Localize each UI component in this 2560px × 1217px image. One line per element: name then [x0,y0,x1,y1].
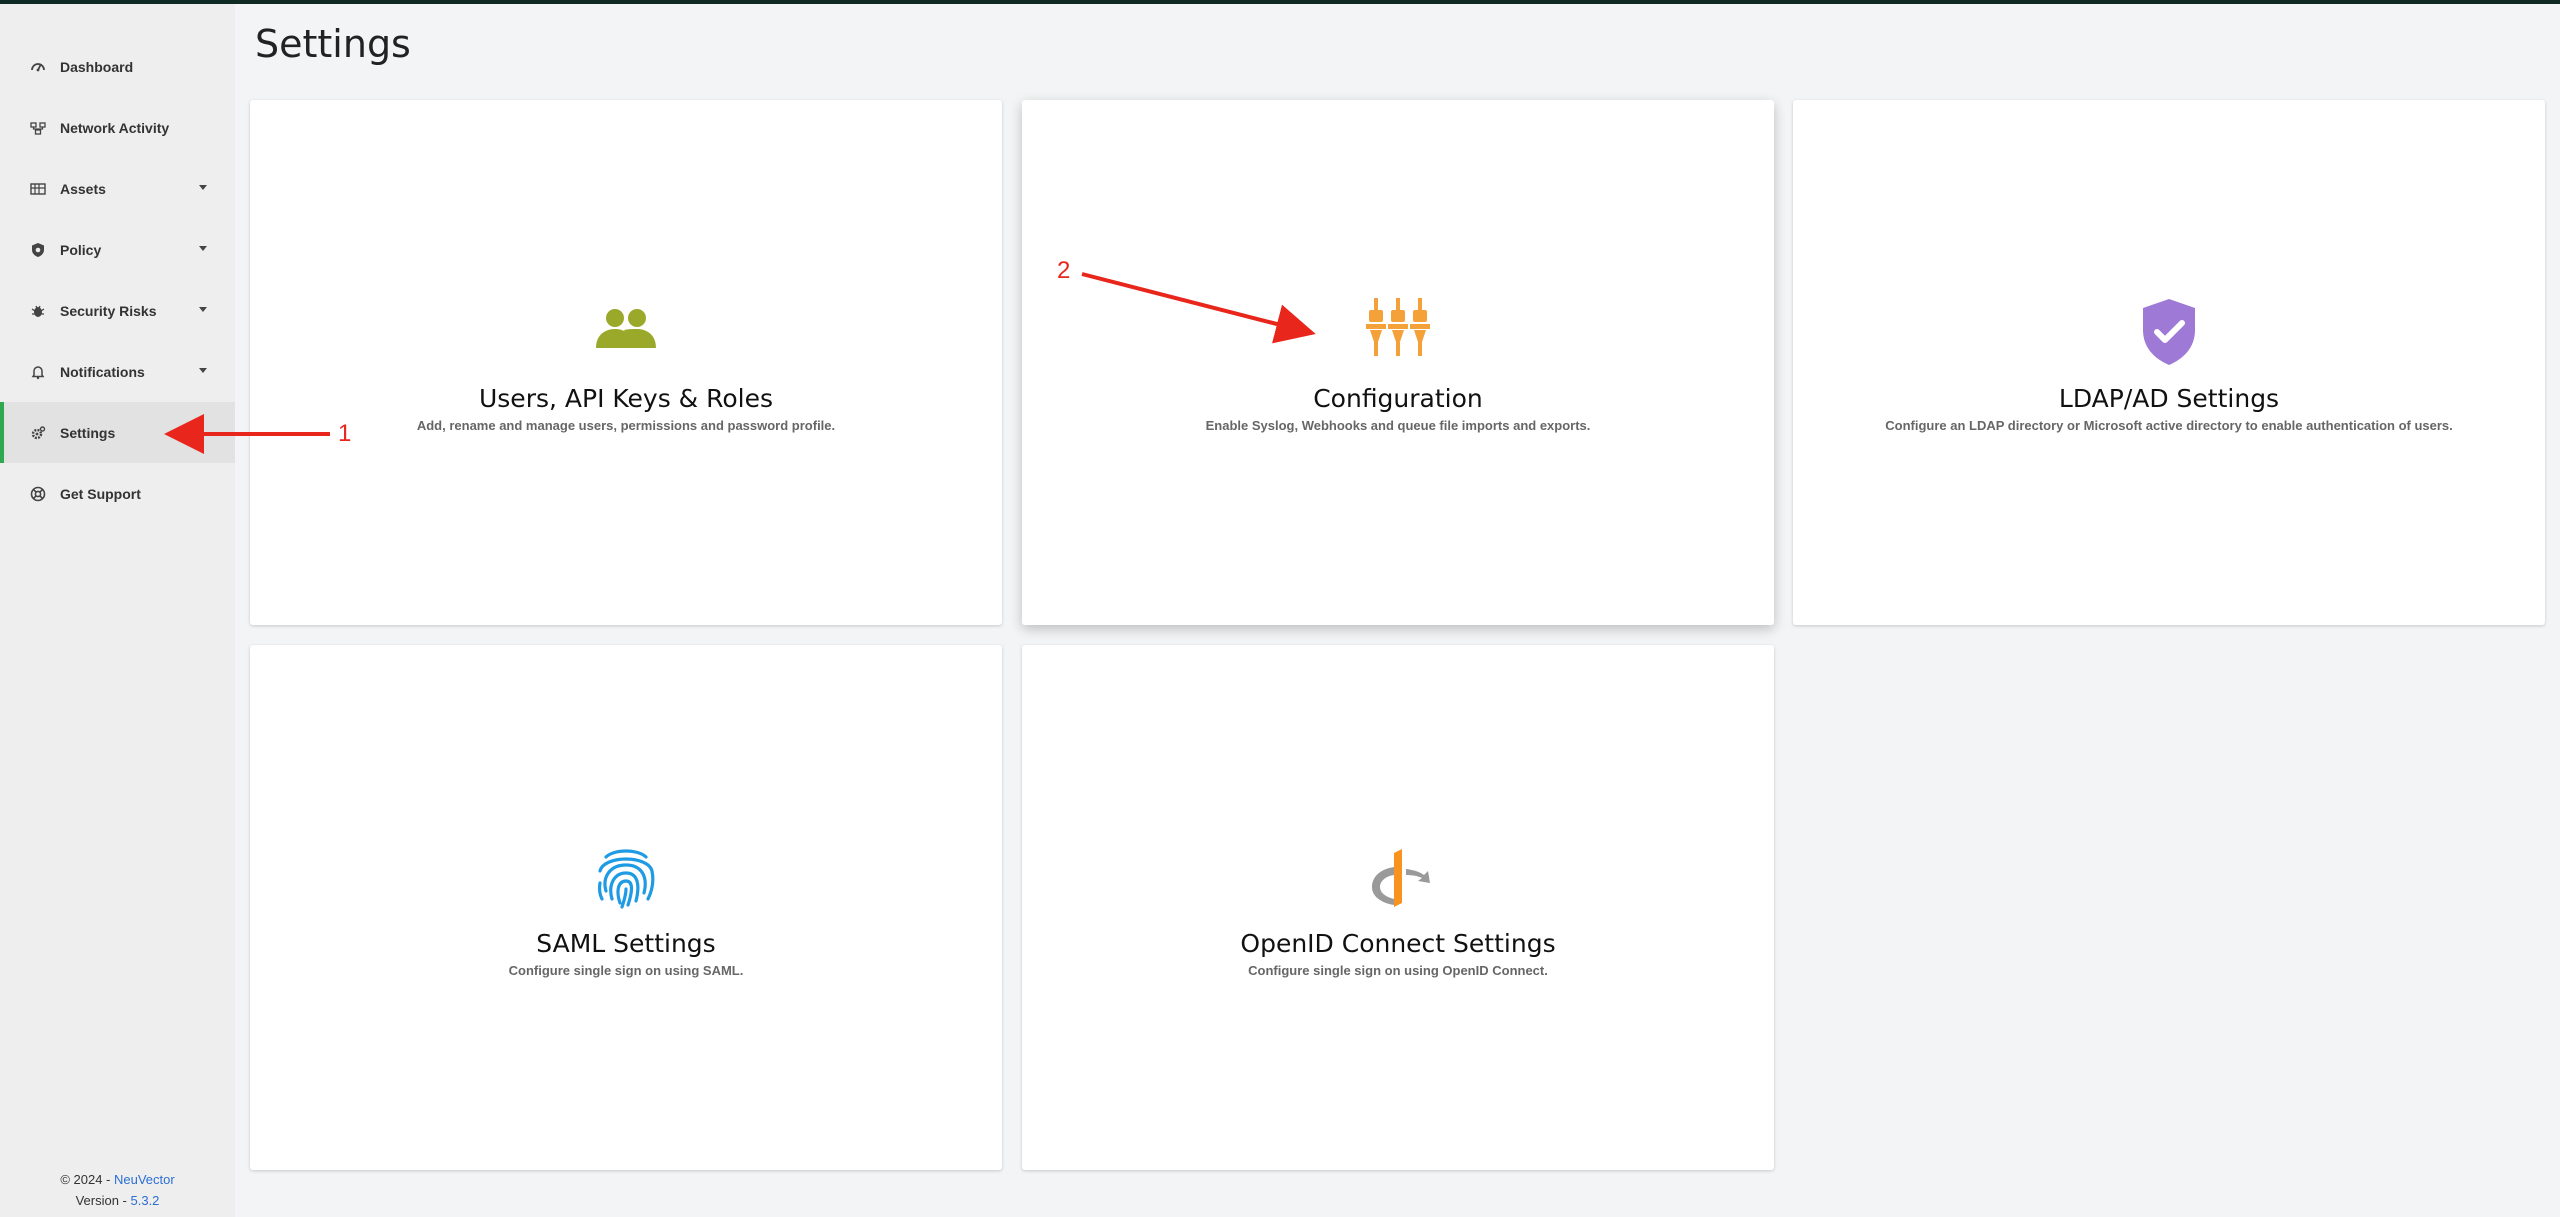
dashboard-icon [30,59,46,75]
copyright-line: © 2024 - NeuVector [0,1169,235,1190]
sidebar-item-label: Assets [60,180,106,197]
card-title: Users, API Keys & Roles [478,384,774,413]
users-icon [590,296,662,368]
version-line: Version - 5.3.2 [0,1190,235,1211]
brand-link[interactable]: NeuVector [114,1172,175,1187]
settings-card-openid[interactable]: OpenID Connect Settings Configure single… [1022,645,1774,1170]
version-label: Version - [75,1193,131,1208]
sidebar-item-settings[interactable]: Settings [0,402,235,463]
network-icon [30,120,46,136]
sidebar-item-label: Settings [60,424,116,441]
annotation-label-2: 2 [1057,257,1071,284]
card-description: Add, rename and manage users, permission… [416,418,836,433]
fingerprint-icon [590,841,662,913]
lifebuoy-icon [30,486,46,502]
sidebar-item-label: Get Support [60,485,141,502]
openid-icon [1362,841,1434,913]
card-title: OpenID Connect Settings [1240,929,1556,958]
policy-shield-icon [30,242,46,258]
copyright-text: © 2024 - [60,1172,114,1187]
sidebar-item-network-activity[interactable]: Network Activity [0,97,235,158]
card-title: SAML Settings [536,929,716,958]
sidebar-item-dashboard[interactable]: Dashboard [0,36,235,97]
assets-icon [30,181,46,197]
page-title: Settings [255,22,411,66]
card-description: Configure single sign on using OpenID Co… [1248,963,1548,978]
gear-icon [30,425,46,441]
sidebar-item-get-support[interactable]: Get Support [0,463,235,524]
version-link[interactable]: 5.3.2 [131,1193,160,1208]
sidebar-item-assets[interactable]: Assets [0,158,235,219]
settings-card-ldap[interactable]: LDAP/AD Settings Configure an LDAP direc… [1793,100,2545,625]
sidebar-item-label: Network Activity [60,119,170,136]
sidebar: Dashboard Network Activity Assets Policy [0,4,235,1217]
card-description: Enable Syslog, Webhooks and queue file i… [1205,418,1591,433]
sidebar-item-label: Dashboard [60,58,134,75]
shield-check-icon [2133,296,2205,368]
sidebar-item-label: Security Risks [60,302,157,319]
bell-icon [30,364,46,380]
sidebar-footer: © 2024 - NeuVector Version - 5.3.2 [0,1169,235,1211]
card-title: Configuration [1313,384,1483,413]
settings-card-users[interactable]: Users, API Keys & Roles Add, rename and … [250,100,1002,625]
sidebar-item-security-risks[interactable]: Security Risks [0,280,235,341]
sidebar-item-policy[interactable]: Policy [0,219,235,280]
card-description: Configure single sign on using SAML. [508,963,744,978]
chevron-down-icon [199,246,207,251]
sidebar-item-label: Notifications [60,363,145,380]
card-title: LDAP/AD Settings [2058,384,2280,413]
annotation-label-1: 1 [338,420,352,447]
card-description: Configure an LDAP directory or Microsoft… [1885,418,2453,433]
sidebar-nav: Dashboard Network Activity Assets Policy [0,36,235,524]
sidebar-item-notifications[interactable]: Notifications [0,341,235,402]
settings-card-saml[interactable]: SAML Settings Configure single sign on u… [250,645,1002,1170]
bug-icon [30,303,46,319]
chevron-down-icon [199,185,207,190]
chevron-down-icon [199,368,207,373]
plugs-icon [1362,296,1434,368]
settings-card-configuration[interactable]: Configuration Enable Syslog, Webhooks an… [1022,100,1774,625]
top-accent-bar [0,0,2560,4]
chevron-down-icon [199,307,207,312]
sidebar-item-label: Policy [60,241,102,258]
